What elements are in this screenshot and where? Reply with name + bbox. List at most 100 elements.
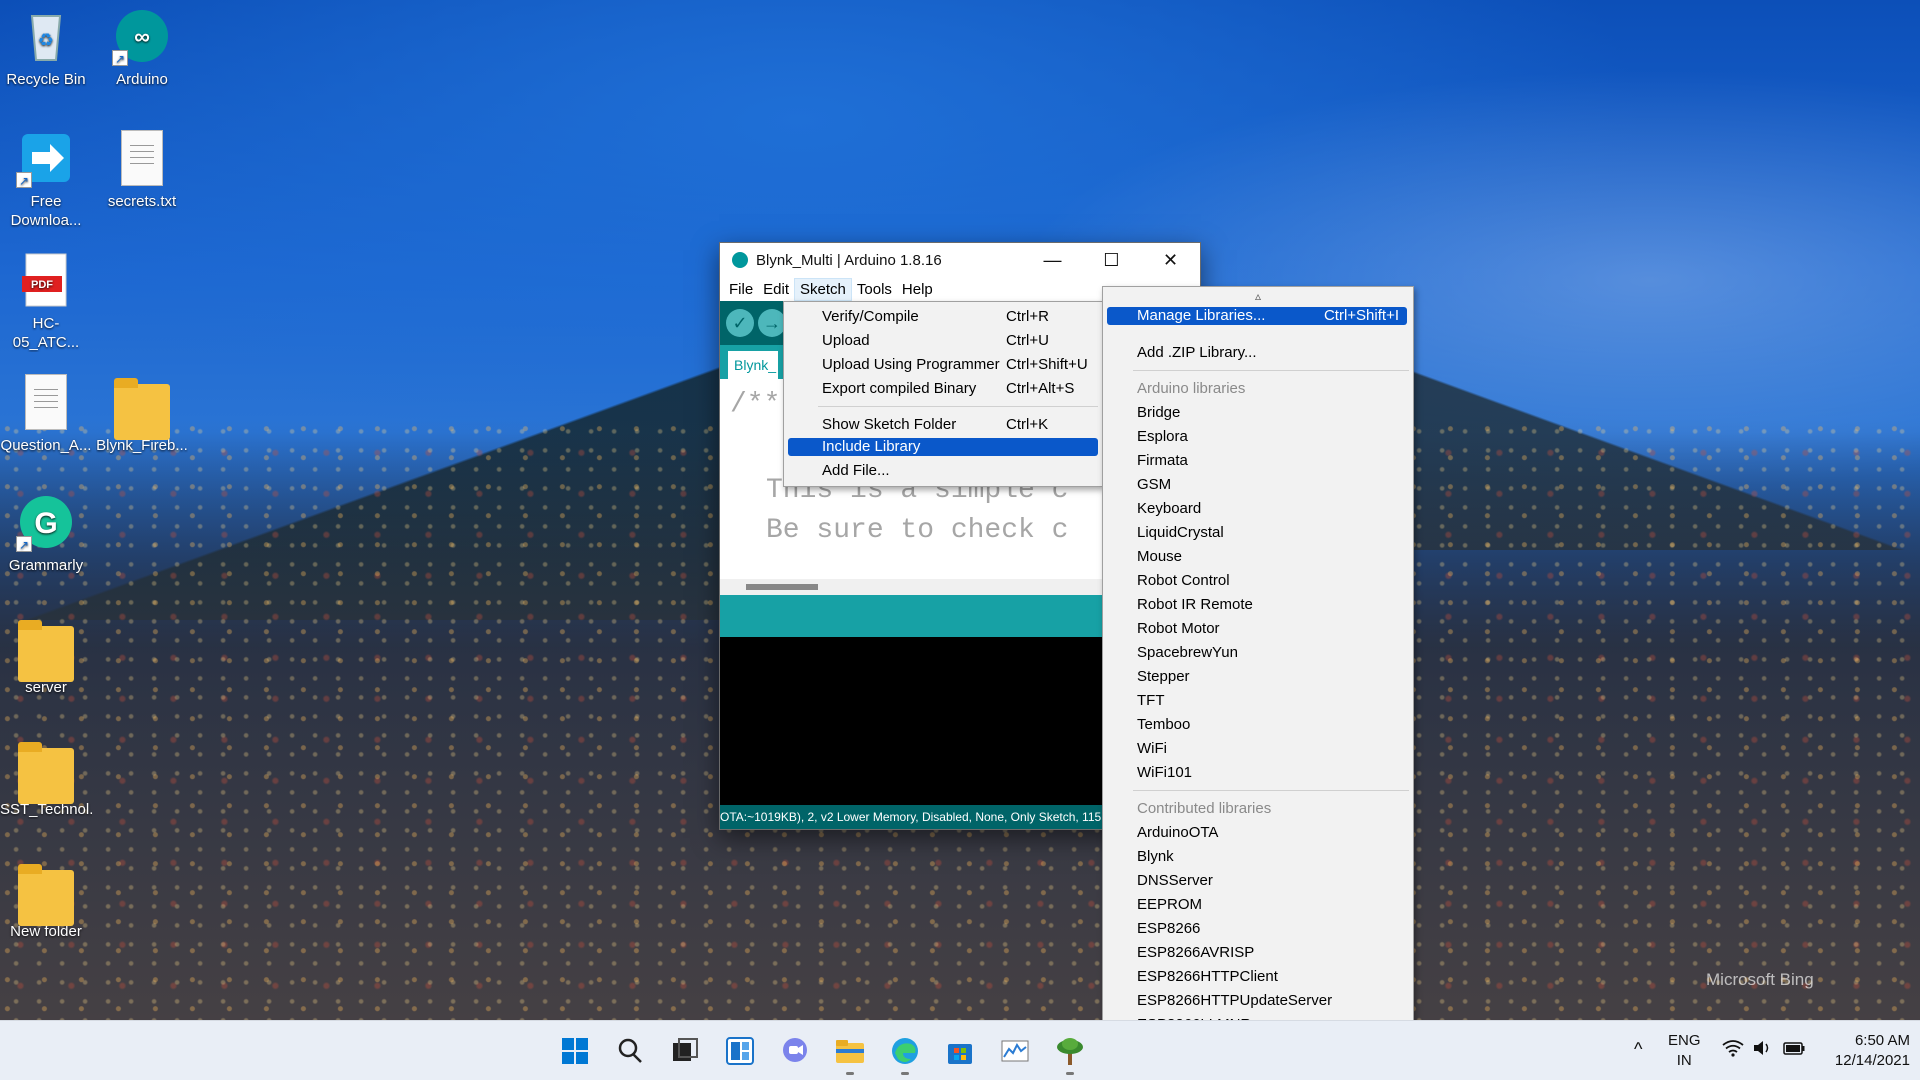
library-item-dnsserver[interactable]: DNSServer <box>1107 870 1407 892</box>
desktop-icon-blynk-firebase[interactable]: Blynk_Fireb... <box>96 374 188 455</box>
menu-item-include-library[interactable]: Include Library <box>788 438 1098 456</box>
search-icon[interactable] <box>614 1035 646 1067</box>
sketch-menu: Verify/Compile Ctrl+R Upload Ctrl+U Uplo… <box>783 301 1103 487</box>
library-item-robot-control[interactable]: Robot Control <box>1107 570 1407 592</box>
library-item-robot-motor[interactable]: Robot Motor <box>1107 618 1407 640</box>
scroll-up-arrow-icon[interactable]: ▵ <box>1103 289 1413 303</box>
desktop-icon-arduino[interactable]: ∞ ↗ Arduino <box>96 8 188 89</box>
menu-item-show-sketch-folder[interactable]: Show Sketch Folder Ctrl+K <box>788 414 1098 436</box>
menu-item-add-zip-library[interactable]: Add .ZIP Library... <box>1107 342 1407 364</box>
menu-help[interactable]: Help <box>897 279 938 300</box>
desktop-icon-grammarly[interactable]: G ↗ Grammarly <box>0 494 92 575</box>
microsoft-store-icon[interactable] <box>944 1035 976 1067</box>
desktop-icon-sst-technology[interactable]: SST_Technol... <box>0 738 92 819</box>
title-bar[interactable]: Blynk_Multi | Arduino 1.8.16 — ☐ ✕ <box>720 243 1200 277</box>
folder-icon <box>18 620 74 682</box>
menu-separator <box>1133 790 1409 791</box>
library-item-blynk[interactable]: Blynk <box>1107 846 1407 868</box>
shortcut-arrow-icon: ↗ <box>16 536 32 552</box>
library-item-esplora[interactable]: Esplora <box>1107 426 1407 448</box>
minimize-button[interactable]: — <box>1023 243 1082 277</box>
library-item-liquidcrystal[interactable]: LiquidCrystal <box>1107 522 1407 544</box>
performance-monitor-icon[interactable] <box>999 1035 1031 1067</box>
library-item-mouse[interactable]: Mouse <box>1107 546 1407 568</box>
library-item-firmata[interactable]: Firmata <box>1107 450 1407 472</box>
menu-item-manage-libraries[interactable]: Manage Libraries... Ctrl+Shift+I <box>1107 307 1407 325</box>
taskbar: ^ ENG IN 6:50 AM 12/14/2021 <box>0 1020 1920 1080</box>
scrollbar-thumb[interactable] <box>746 584 818 590</box>
close-button[interactable]: ✕ <box>1141 243 1200 277</box>
menu-separator <box>1133 370 1409 371</box>
library-item-temboo[interactable]: Temboo <box>1107 714 1407 736</box>
code-line-3: Be sure to check c <box>766 515 1069 546</box>
menu-item-upload[interactable]: Upload Ctrl+U <box>788 330 1098 352</box>
desktop-icon-question[interactable]: Question_A... <box>0 374 92 455</box>
maximize-button[interactable]: ☐ <box>1082 243 1141 277</box>
edge-browser-icon[interactable] <box>889 1035 921 1075</box>
contributed-libraries-header: Contributed libraries <box>1137 800 1272 817</box>
desktop-icon-new-folder[interactable]: New folder <box>0 860 92 941</box>
menu-tools[interactable]: Tools <box>852 279 897 300</box>
folder-icon <box>18 864 74 926</box>
menu-item-add-file[interactable]: Add File... <box>788 460 1098 482</box>
desktop-icon-hc05-pdf[interactable]: PDF HC-05_ATC... <box>0 252 92 352</box>
svg-text:PDF: PDF <box>31 279 53 291</box>
text-file-icon <box>25 374 67 430</box>
menu-file[interactable]: File <box>724 279 758 300</box>
shortcut-arrow-icon: ↗ <box>16 172 32 188</box>
download-manager-icon: ↗ <box>16 130 74 188</box>
file-explorer-icon[interactable] <box>834 1035 866 1075</box>
library-item-eeprom[interactable]: EEPROM <box>1107 894 1407 916</box>
recycle-bin-icon: ♻ <box>18 8 74 64</box>
pdf-file-icon: PDF <box>18 252 74 308</box>
library-item-wifi[interactable]: WiFi <box>1107 738 1407 760</box>
library-item-keyboard[interactable]: Keyboard <box>1107 498 1407 520</box>
library-item-tft[interactable]: TFT <box>1107 690 1407 712</box>
desktop-icon-secrets-txt[interactable]: secrets.txt <box>96 130 188 211</box>
start-windows-icon[interactable] <box>559 1035 591 1067</box>
clock-date: 12/14/2021 <box>1834 1052 1910 1069</box>
library-item-arduinoota[interactable]: ArduinoOTA <box>1107 822 1407 844</box>
library-item-esp8266avrisp[interactable]: ESP8266AVRISP <box>1107 942 1407 964</box>
grammarly-icon: G ↗ <box>16 494 74 552</box>
upload-icon[interactable]: → <box>758 309 786 337</box>
desktop-icon-free-download[interactable]: ↗ Free Downloa... <box>0 130 92 230</box>
verify-icon[interactable]: ✓ <box>726 309 754 337</box>
menu-sketch[interactable]: Sketch <box>794 277 852 301</box>
window-title: Blynk_Multi | Arduino 1.8.16 <box>756 251 942 269</box>
clock[interactable]: 6:50 AM 12/14/2021 <box>1818 1031 1910 1071</box>
include-library-submenu: ▵ Manage Libraries... Ctrl+Shift+I Add .… <box>1102 286 1414 1080</box>
menu-item-upload-programmer[interactable]: Upload Using Programmer Ctrl+Shift+U <box>788 354 1098 376</box>
language-indicator[interactable]: ENG IN <box>1668 1031 1701 1071</box>
svg-text:♻: ♻ <box>38 30 54 50</box>
svg-text:G: G <box>34 507 57 540</box>
menu-separator <box>818 406 1098 407</box>
library-item-robot-ir-remote[interactable]: Robot IR Remote <box>1107 594 1407 616</box>
menu-item-verify-compile[interactable]: Verify/Compile Ctrl+R <box>788 306 1098 328</box>
tab-blynk-multi[interactable]: Blynk_ <box>728 351 778 379</box>
arduino-icon: ∞ ↗ <box>112 8 170 66</box>
palm-tree-app-icon[interactable] <box>1054 1035 1086 1075</box>
library-item-esp8266httpclient[interactable]: ESP8266HTTPClient <box>1107 966 1407 988</box>
desktop-icon-server[interactable]: server <box>0 616 92 697</box>
library-item-spacebrewyun[interactable]: SpacebrewYun <box>1107 642 1407 664</box>
desktop-icon-recycle-bin[interactable]: ♻ Recycle Bin <box>0 8 92 89</box>
menu-item-export-binary[interactable]: Export compiled Binary Ctrl+Alt+S <box>788 378 1098 400</box>
battery-charging-icon[interactable] <box>1782 1039 1806 1063</box>
volume-icon[interactable] <box>1752 1039 1774 1063</box>
bing-watermark: Microsoft Bing <box>1706 970 1814 989</box>
svg-text:∞: ∞ <box>134 24 150 49</box>
widgets-icon[interactable] <box>724 1035 756 1067</box>
menu-edit[interactable]: Edit <box>758 279 794 300</box>
arduino-libraries-header: Arduino libraries <box>1137 380 1246 397</box>
task-view-icon[interactable] <box>669 1035 701 1067</box>
wifi-icon[interactable] <box>1722 1039 1744 1063</box>
library-item-stepper[interactable]: Stepper <box>1107 666 1407 688</box>
library-item-esp8266[interactable]: ESP8266 <box>1107 918 1407 940</box>
tray-chevron-up-icon[interactable]: ^ <box>1634 1039 1642 1059</box>
library-item-esp8266httpupdateserver[interactable]: ESP8266HTTPUpdateServer <box>1107 990 1407 1012</box>
library-item-wifi101[interactable]: WiFi101 <box>1107 762 1407 784</box>
chat-icon[interactable] <box>779 1035 811 1067</box>
library-item-bridge[interactable]: Bridge <box>1107 402 1407 424</box>
library-item-gsm[interactable]: GSM <box>1107 474 1407 496</box>
